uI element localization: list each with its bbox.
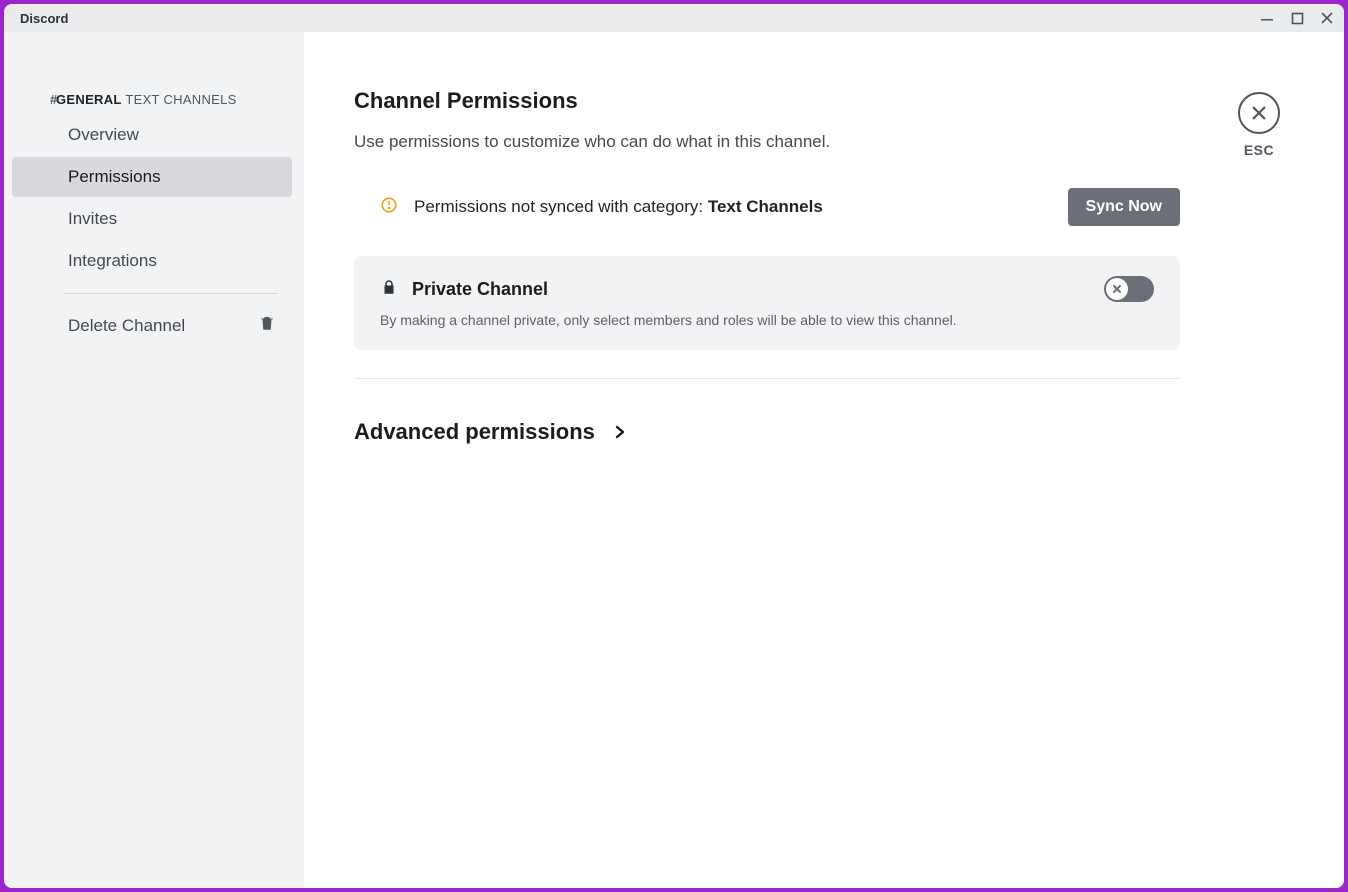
private-description: By making a channel private, only select… xyxy=(380,312,1154,328)
delete-channel-label: Delete Channel xyxy=(68,316,185,336)
lock-icon xyxy=(380,278,398,301)
section-divider xyxy=(354,378,1180,379)
sync-now-button[interactable]: Sync Now xyxy=(1068,188,1180,226)
main-content: ESC Channel Permissions Use permissions … xyxy=(304,32,1344,888)
title-bar: Discord xyxy=(4,4,1344,32)
private-card-title-row: Private Channel xyxy=(380,278,548,301)
private-channel-card: Private Channel By making a channel priv… xyxy=(354,256,1180,350)
private-channel-toggle[interactable] xyxy=(1104,276,1154,302)
sidebar-item-permissions[interactable]: Permissions xyxy=(12,157,292,197)
private-title: Private Channel xyxy=(412,279,548,300)
sidebar-divider xyxy=(64,293,278,294)
sync-row: Permissions not synced with category: Te… xyxy=(354,188,1180,226)
close-panel: ESC xyxy=(1238,92,1280,158)
warning-icon xyxy=(380,196,398,219)
chevron-right-icon xyxy=(613,419,627,445)
page-subtitle: Use permissions to customize who can do … xyxy=(354,132,1114,152)
toggle-knob-off-icon xyxy=(1106,278,1128,300)
close-label: ESC xyxy=(1244,142,1274,158)
sync-text-prefix: Permissions not synced with category: xyxy=(414,197,708,216)
private-card-header: Private Channel xyxy=(380,276,1154,302)
app-body: # GENERAL TEXT CHANNELS Overview Permiss… xyxy=(4,32,1344,888)
maximize-icon[interactable] xyxy=(1288,9,1306,27)
page-title: Channel Permissions xyxy=(354,88,1254,114)
sidebar-item-invites[interactable]: Invites xyxy=(12,199,292,239)
settings-sidebar: # GENERAL TEXT CHANNELS Overview Permiss… xyxy=(4,32,304,888)
close-settings-button[interactable] xyxy=(1238,92,1280,134)
advanced-permissions-row[interactable]: Advanced permissions xyxy=(354,419,1254,445)
sidebar-item-overview[interactable]: Overview xyxy=(12,115,292,155)
sidebar-item-delete-channel[interactable]: Delete Channel xyxy=(12,304,292,347)
sidebar-header: # GENERAL TEXT CHANNELS xyxy=(12,92,292,115)
sidebar-item-integrations[interactable]: Integrations xyxy=(12,241,292,281)
sidebar-header-prefix: GENERAL xyxy=(56,92,121,107)
close-window-icon[interactable] xyxy=(1318,9,1336,27)
window-controls xyxy=(1258,9,1336,27)
app-window: Discord # GENERAL TEXT CHANNELS Overview… xyxy=(4,4,1344,888)
sync-category: Text Channels xyxy=(708,197,823,216)
advanced-label: Advanced permissions xyxy=(354,419,595,445)
minimize-icon[interactable] xyxy=(1258,9,1276,27)
app-title: Discord xyxy=(20,11,68,26)
trash-icon xyxy=(258,314,276,337)
sidebar-header-suffix: TEXT CHANNELS xyxy=(125,92,236,107)
sync-status: Permissions not synced with category: Te… xyxy=(380,196,823,219)
